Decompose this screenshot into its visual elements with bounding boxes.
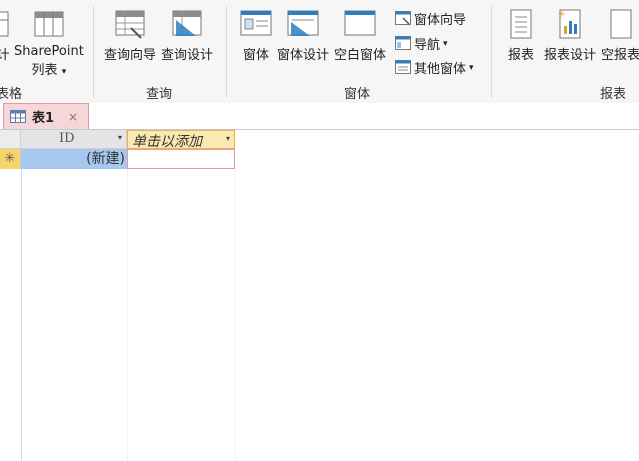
chevron-down-icon: ▾	[61, 67, 67, 77]
grid-line	[235, 169, 236, 461]
form-wizard-button[interactable]: 窗体向导	[395, 9, 466, 28]
column-header-id[interactable]: ID ▾	[21, 130, 127, 149]
chevron-down-icon: ▾	[469, 62, 474, 73]
group-divider	[491, 6, 492, 98]
blank-report-button[interactable]: 空报表	[601, 8, 639, 63]
table-icon	[10, 110, 26, 123]
more-forms-icon	[395, 60, 411, 74]
table-design-label: 计	[0, 48, 10, 63]
form-wizard-label: 窗体向导	[414, 13, 467, 28]
select-all-corner[interactable]	[0, 130, 21, 149]
form-design-button[interactable]: 窗体设计	[277, 8, 329, 63]
chevron-down-icon[interactable]: ▾	[118, 133, 122, 142]
navigation-button[interactable]: 导航 ▾	[395, 34, 448, 53]
group-label-tables: 表格	[0, 87, 23, 102]
new-record-add-cell[interactable]	[127, 149, 235, 169]
sharepoint-list-label-2: 列表	[31, 63, 58, 78]
new-record-selector[interactable]: ✳	[0, 149, 21, 169]
more-forms-label: 其他窗体	[414, 62, 467, 77]
ribbon: 计 SharePoint 列表 ▾ 表格 查询向导 查询设计 查询 窗体 窗体设…	[0, 0, 639, 104]
sharepoint-list-button[interactable]: SharePoint 列表 ▾	[14, 8, 84, 78]
query-wizard-icon	[115, 10, 145, 39]
column-header-label: ID	[59, 131, 75, 146]
chevron-down-icon: ▾	[443, 38, 448, 49]
record-selector-column	[0, 130, 22, 461]
svg-text:✳: ✳	[558, 10, 566, 20]
query-design-button[interactable]: 查询设计	[161, 8, 213, 63]
report-icon	[510, 9, 532, 39]
chevron-down-icon[interactable]: ▾	[226, 134, 230, 143]
query-design-label: 查询设计	[161, 48, 214, 63]
navigation-icon	[395, 36, 411, 50]
form-label: 窗体	[242, 48, 269, 63]
report-design-label: 报表设计	[544, 48, 597, 63]
new-record-icon: ✳	[4, 151, 16, 166]
form-design-label: 窗体设计	[277, 48, 330, 63]
form-button[interactable]: 窗体	[240, 8, 272, 63]
navigation-label: 导航	[414, 38, 441, 53]
blank-form-button[interactable]: 空白窗体	[334, 8, 386, 63]
datasheet: ID ▾ 单击以添加 ▾ ✳ (新建)	[0, 130, 639, 461]
blank-form-icon	[344, 10, 376, 36]
grid-line	[127, 169, 128, 461]
query-design-icon	[172, 10, 202, 36]
blank-report-label: 空报表	[601, 48, 639, 63]
report-design-button[interactable]: ✳ 报表设计	[544, 8, 596, 63]
report-design-icon: ✳	[558, 9, 581, 39]
document-tab-strip: 表1 ×	[0, 103, 639, 130]
blank-form-label: 空白窗体	[334, 48, 387, 63]
group-divider	[226, 6, 227, 98]
new-record-id-cell[interactable]: (新建)	[21, 149, 127, 169]
report-button[interactable]: 报表	[507, 8, 535, 63]
tab-title: 表1	[32, 111, 55, 126]
blank-report-icon	[610, 9, 631, 39]
group-label-forms: 窗体	[344, 87, 371, 102]
close-icon[interactable]: ×	[68, 110, 78, 124]
group-label-reports: 报表	[600, 87, 627, 102]
query-wizard-label: 查询向导	[104, 48, 157, 63]
group-label-queries: 查询	[146, 87, 173, 102]
sharepoint-list-icon	[34, 11, 64, 37]
group-divider	[93, 6, 94, 98]
query-wizard-button[interactable]: 查询向导	[104, 8, 156, 63]
column-header-label: 单击以添加	[132, 134, 202, 150]
form-icon	[240, 10, 272, 36]
more-forms-button[interactable]: 其他窗体 ▾	[395, 58, 474, 77]
column-header-click-to-add[interactable]: 单击以添加 ▾	[127, 130, 235, 150]
tab-table1[interactable]: 表1 ×	[3, 103, 89, 129]
sharepoint-list-label-1: SharePoint	[14, 44, 84, 59]
report-label: 报表	[507, 48, 534, 63]
form-design-icon	[287, 10, 319, 36]
form-wizard-icon	[395, 11, 411, 25]
